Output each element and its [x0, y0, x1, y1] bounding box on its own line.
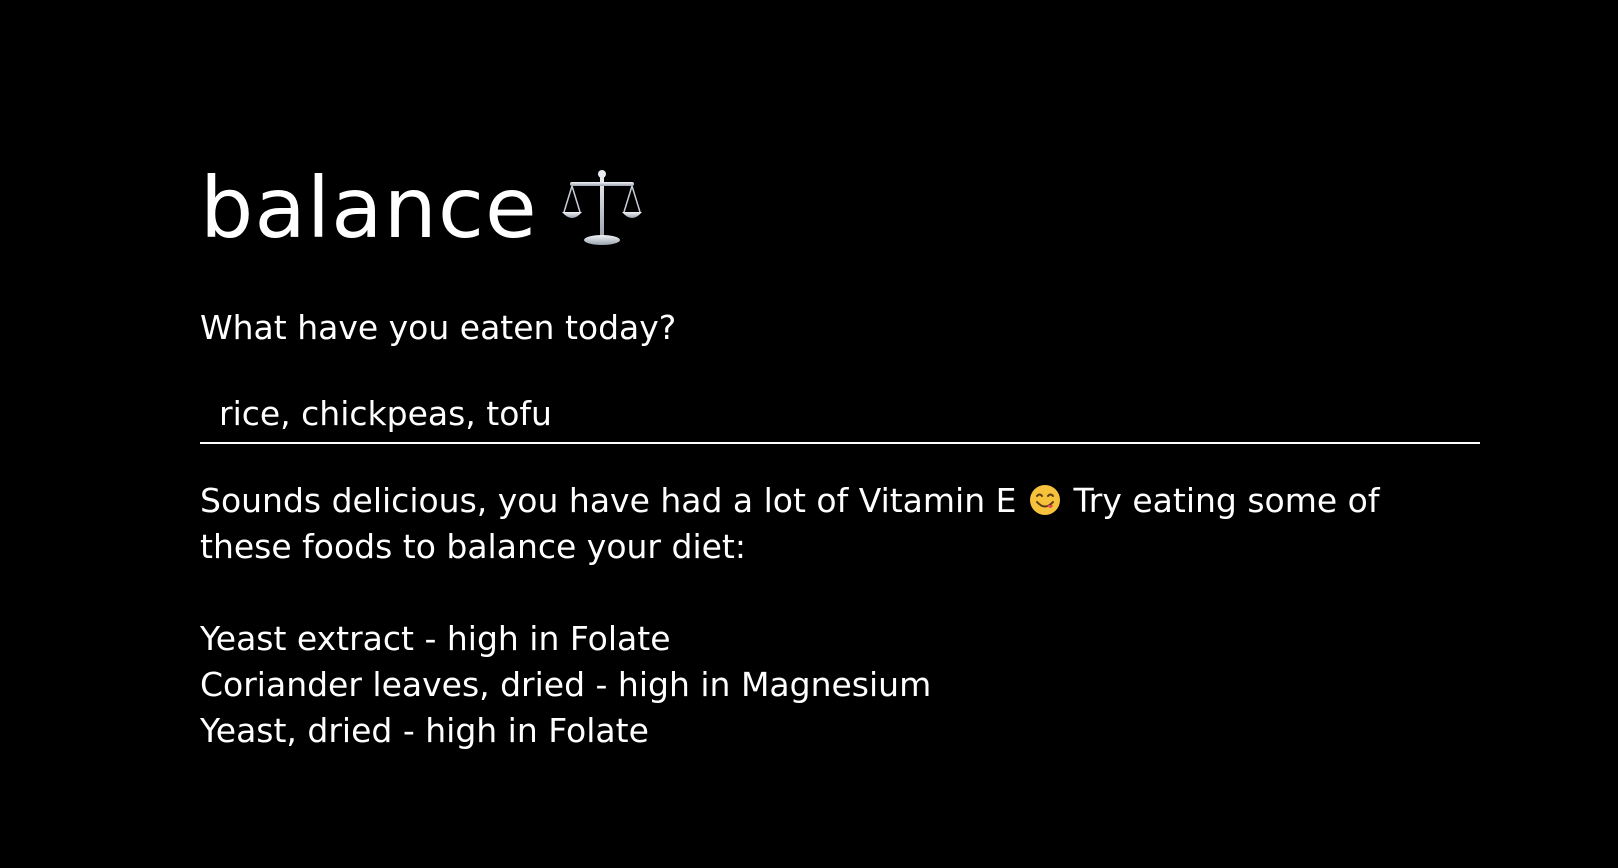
- result-message: Sounds delicious, you have had a lot of …: [200, 478, 1480, 570]
- suggestion-list: Yeast extract - high in Folate Coriander…: [200, 616, 1480, 754]
- main-content: balance What have you eaten today? rice,…: [200, 158, 1480, 787]
- suggestion-item: Coriander leaves, dried - high in Magnes…: [200, 665, 932, 704]
- app-root: balance What have you eaten today? rice,…: [0, 0, 1618, 868]
- app-title: balance: [200, 159, 538, 257]
- result-message-part1: Sounds delicious, you have had a lot of …: [200, 481, 1017, 520]
- header: balance: [200, 158, 1480, 258]
- suggestion-item: Yeast, dried - high in Folate: [200, 711, 649, 750]
- question-label: What have you eaten today?: [200, 308, 677, 347]
- suggestion-item: Yeast extract - high in Folate: [200, 619, 671, 658]
- food-input-container: [200, 386, 1480, 444]
- balance-scale-icon: [560, 166, 644, 250]
- yum-face-icon: [1029, 482, 1061, 515]
- food-input[interactable]: [200, 386, 1480, 440]
